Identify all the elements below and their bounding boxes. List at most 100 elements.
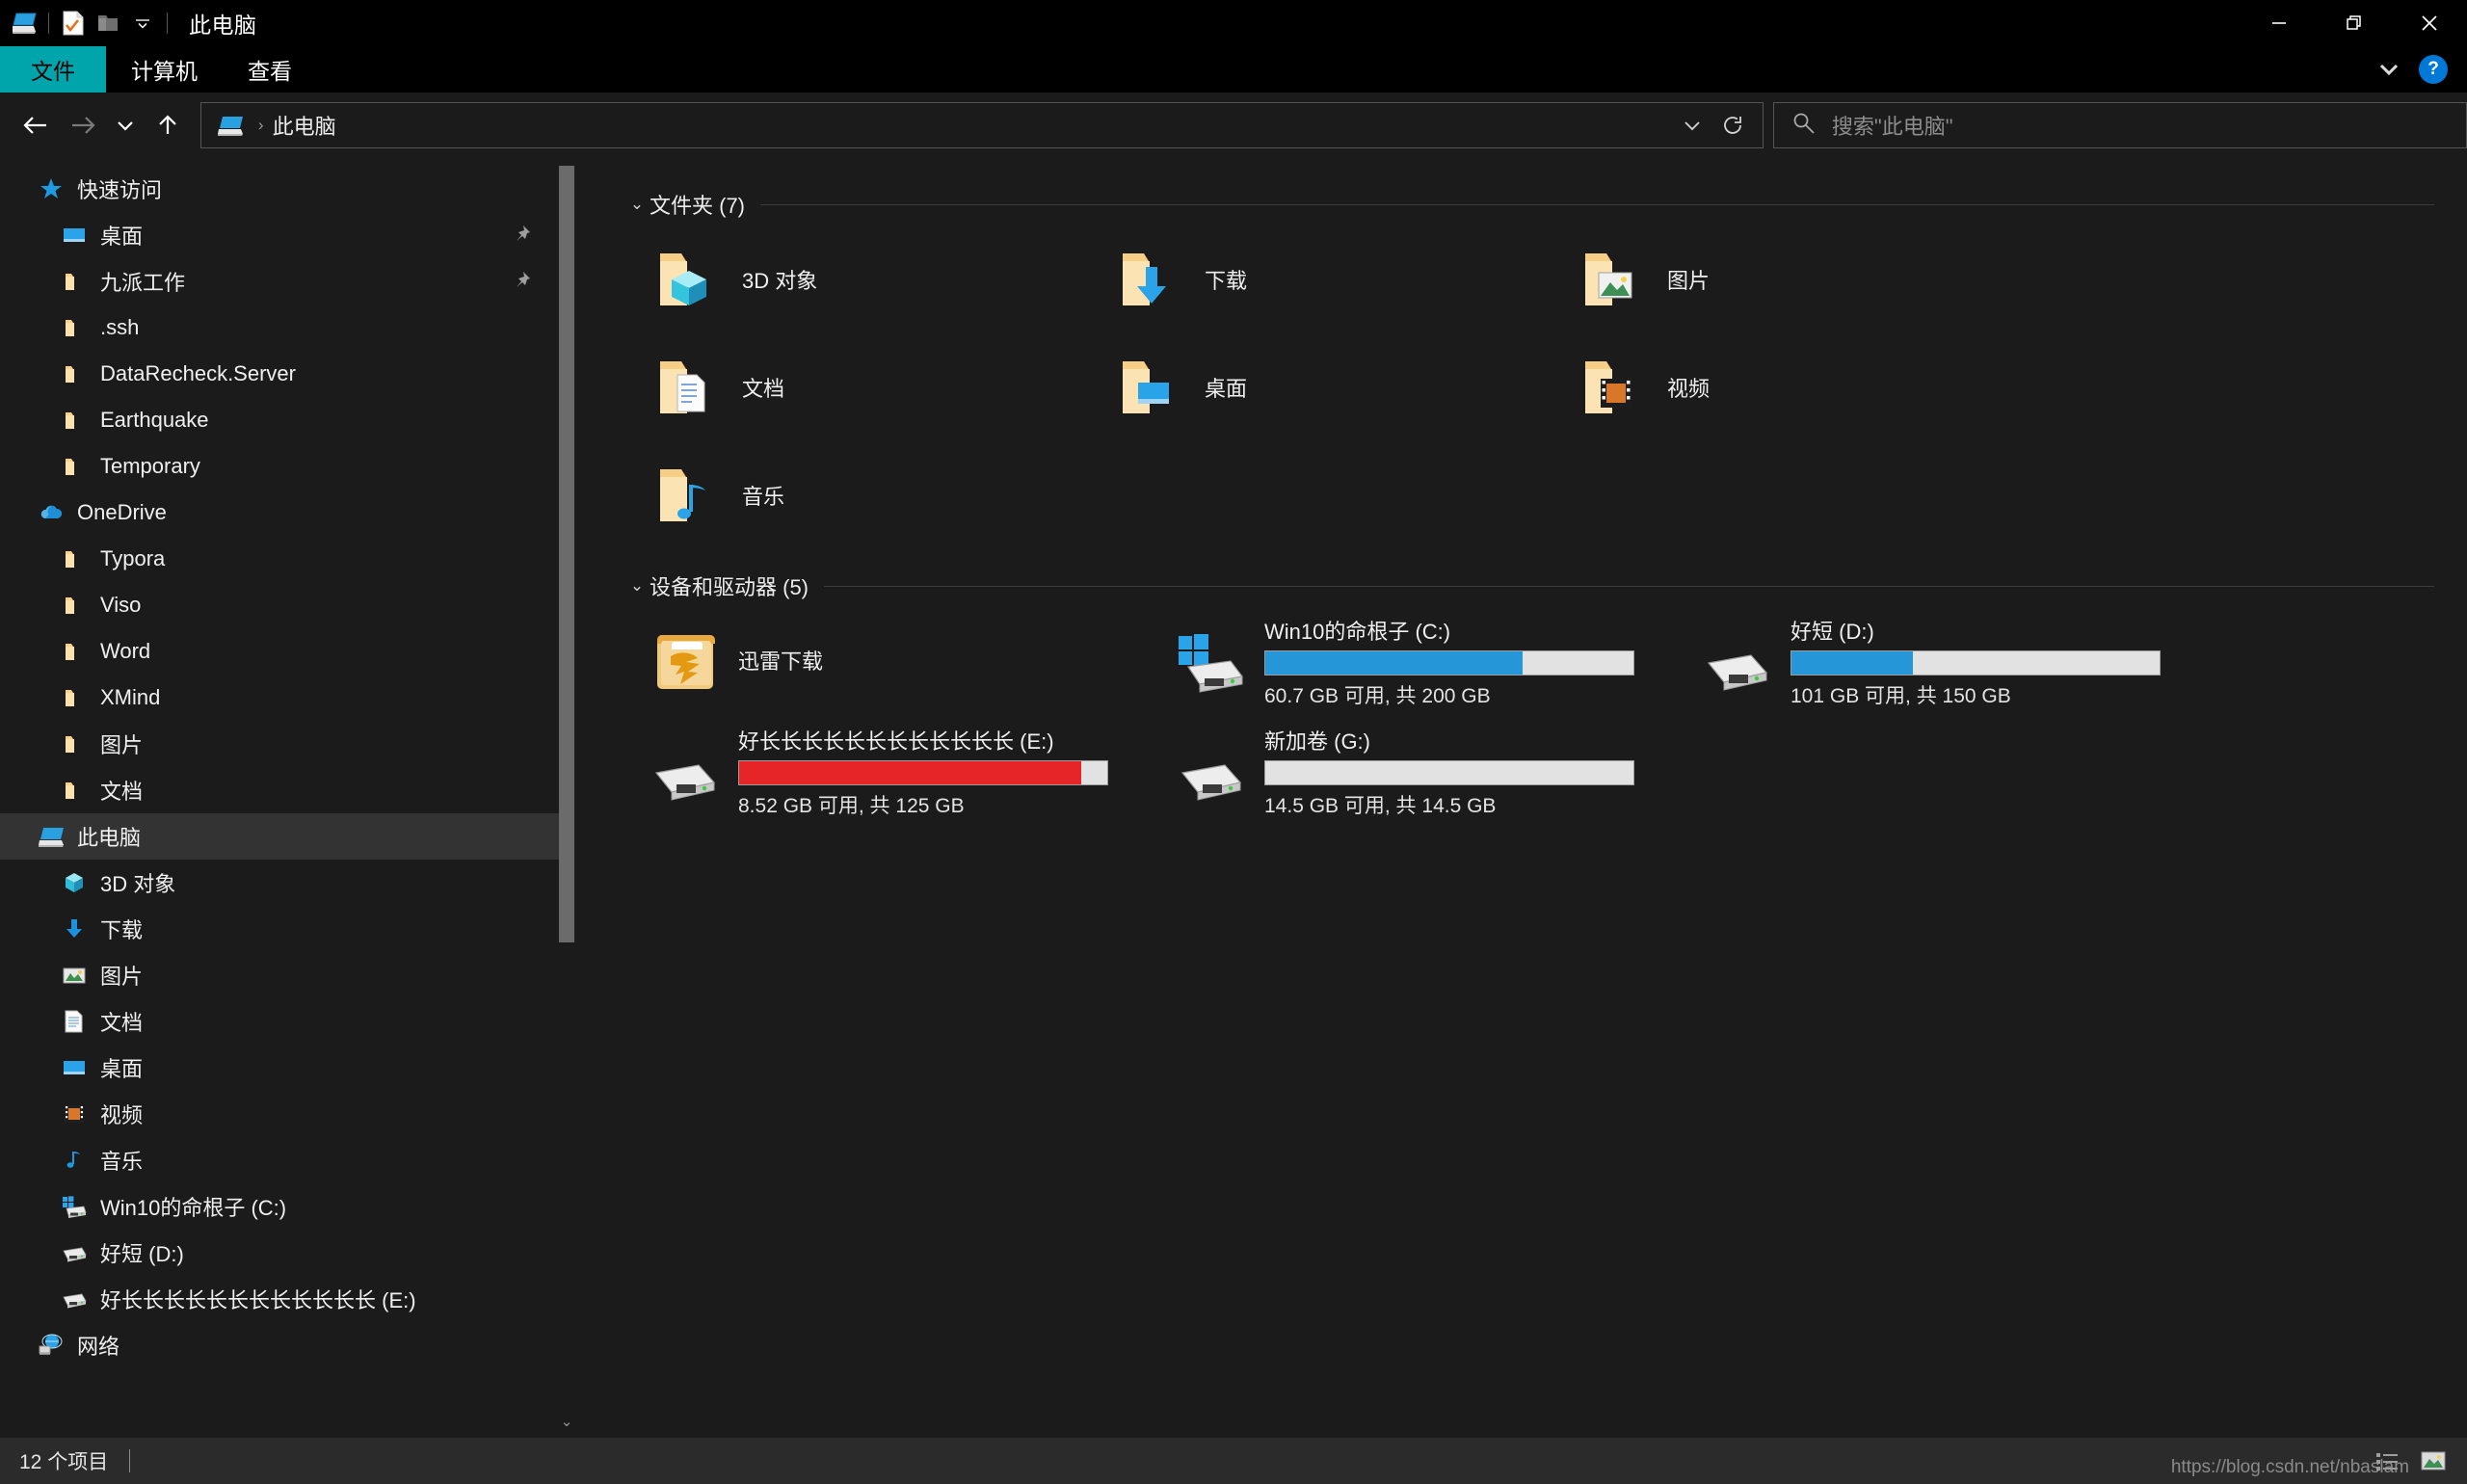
sidebar-item-onedrive-documents[interactable]: 文档 xyxy=(0,767,574,813)
drive-item[interactable]: Win10的命根子 (C:) 60.7 GB 可用, 共 200 GB xyxy=(1151,607,1677,717)
this-pc-icon xyxy=(37,822,66,851)
drive-item[interactable]: 好长长长长长长长长长长长长 (E:) 8.52 GB 可用, 共 125 GB xyxy=(624,717,1151,827)
pin-icon[interactable] xyxy=(513,270,532,294)
drive-item[interactable]: 好短 (D:) 101 GB 可用, 共 150 GB xyxy=(1677,607,2203,717)
folder-icon xyxy=(60,683,89,712)
sidebar-scrollbar-thumb[interactable] xyxy=(559,166,574,942)
new-folder-icon[interactable] xyxy=(92,7,124,40)
drive-icon xyxy=(1700,627,1777,697)
address-bar[interactable]: › 此电脑 xyxy=(199,102,1764,148)
sidebar-item-typora[interactable]: Typora xyxy=(0,536,574,582)
folder-item[interactable]: 文档 xyxy=(624,333,1087,441)
sidebar-item-3d-objects[interactable]: 3D 对象 xyxy=(0,860,574,906)
sidebar-item-onedrive[interactable]: OneDrive xyxy=(0,490,574,536)
close-button[interactable] xyxy=(2392,0,2467,46)
drive-icon xyxy=(60,1285,89,1313)
sidebar-item-earthquake[interactable]: Earthquake xyxy=(0,397,574,443)
thumbnail-view-icon[interactable] xyxy=(2417,1444,2450,1477)
folders-group-header[interactable]: ⌄ 文件夹 (7) xyxy=(624,183,2467,225)
recent-locations-button[interactable] xyxy=(106,100,144,150)
sidebar-item-xmind[interactable]: XMind xyxy=(0,675,574,721)
sidebar-label: 好短 (D:) xyxy=(100,1242,184,1266)
videos-icon xyxy=(60,1100,89,1128)
chevron-down-icon[interactable] xyxy=(1672,104,1712,146)
sidebar-item-drive-d[interactable]: 好短 (D:) xyxy=(0,1230,574,1276)
folder-icon xyxy=(60,637,89,666)
folder-item[interactable]: 3D 对象 xyxy=(624,225,1087,333)
tab-file[interactable]: 文件 xyxy=(0,46,106,93)
sidebar-item-pictures[interactable]: 图片 xyxy=(0,952,574,998)
sidebar-item-downloads[interactable]: 下载 xyxy=(0,906,574,952)
sidebar-item-drive-e[interactable]: 好长长长长长长长长长长长长 (E:) xyxy=(0,1276,574,1322)
folder-item[interactable]: 下载 xyxy=(1087,225,1550,333)
sidebar-label: 视频 xyxy=(100,1103,144,1127)
chevron-down-icon[interactable]: ⌄ xyxy=(624,576,650,596)
sidebar-item-network[interactable]: 网络 xyxy=(0,1322,574,1368)
sidebar-item-documents[interactable]: 文档 xyxy=(0,998,574,1045)
breadcrumb-path[interactable]: 此电脑 xyxy=(273,110,336,141)
sidebar-item-videos[interactable]: 视频 xyxy=(0,1091,574,1137)
properties-icon[interactable] xyxy=(57,7,90,40)
drive-item[interactable]: 新加卷 (G:) 14.5 GB 可用, 共 14.5 GB xyxy=(1151,717,1677,827)
restore-button[interactable] xyxy=(2317,0,2392,46)
folder-item[interactable]: 音乐 xyxy=(624,441,1087,549)
folder-downloads-icon xyxy=(1114,242,1189,317)
folder-item[interactable]: 桌面 xyxy=(1087,333,1550,441)
pin-icon[interactable] xyxy=(513,224,532,248)
desktop-icon xyxy=(60,221,89,250)
drive-free-space: 60.7 GB 可用, 共 200 GB xyxy=(1264,685,1491,707)
pictures-icon xyxy=(60,961,89,990)
refresh-icon[interactable] xyxy=(1712,104,1753,146)
ribbon-tab-bar: 文件 计算机 查看 ? xyxy=(0,46,2467,93)
folder-icon xyxy=(60,359,89,388)
up-button[interactable] xyxy=(144,100,191,150)
folder-item[interactable]: 图片 xyxy=(1550,225,2012,333)
sidebar-label: Win10的命根子 (C:) xyxy=(100,1196,287,1220)
help-button[interactable]: ? xyxy=(2419,55,2448,84)
drives-grid: 迅雷下载 Win10的命根子 (C:) 60.7 GB 可用, 共 200 GB… xyxy=(624,607,2467,827)
scroll-down-icon[interactable]: ⌄ xyxy=(559,1413,574,1430)
folder-icon xyxy=(60,452,89,481)
folder-icon xyxy=(60,313,89,342)
sidebar-item-drive-c[interactable]: Win10的命根子 (C:) xyxy=(0,1183,574,1230)
customize-dropdown-icon[interactable] xyxy=(126,7,159,40)
tab-computer[interactable]: 计算机 xyxy=(106,46,223,93)
sidebar-item-music[interactable]: 音乐 xyxy=(0,1137,574,1183)
this-pc-icon[interactable] xyxy=(8,7,40,40)
folder-3d-objects-icon xyxy=(651,242,727,317)
breadcrumb-separator: › xyxy=(257,116,264,134)
navigation-pane[interactable]: 快速访问 桌面 九派工作 .ssh DataRecheck.Server Ear… xyxy=(0,166,590,1438)
forward-button[interactable] xyxy=(60,100,107,150)
chevron-down-icon[interactable]: ⌄ xyxy=(624,195,650,214)
drive-icon xyxy=(1174,737,1251,807)
sidebar-item-jiupai-work[interactable]: 九派工作 xyxy=(0,258,574,305)
drive-icon xyxy=(648,737,725,807)
sidebar-item-desktop-qa[interactable]: 桌面 xyxy=(0,212,574,258)
sidebar-item-quick-access[interactable]: 快速访问 xyxy=(0,166,574,212)
folder-item[interactable]: 视频 xyxy=(1550,333,2012,441)
drives-group-header[interactable]: ⌄ 设备和驱动器 (5) xyxy=(624,565,2467,607)
sidebar-label: 文档 xyxy=(100,780,144,804)
sidebar-label: 音乐 xyxy=(100,1150,144,1174)
sidebar-item-word[interactable]: Word xyxy=(0,628,574,675)
drive-item[interactable]: 迅雷下载 xyxy=(624,607,1151,717)
documents-icon xyxy=(60,1007,89,1036)
back-button[interactable] xyxy=(13,100,60,150)
sidebar-item-desktop[interactable]: 桌面 xyxy=(0,1045,574,1091)
sidebar-item-datarecheck-server[interactable]: DataRecheck.Server xyxy=(0,351,574,397)
chevron-down-icon[interactable] xyxy=(2373,53,2405,86)
minimize-button[interactable] xyxy=(2242,0,2317,46)
file-list-pane[interactable]: ⌄ 文件夹 (7) 3D 对象 下载 图片 文档 桌面 视频 音乐 ⌄ 设备和驱… xyxy=(605,166,2467,1438)
sidebar-item-ssh[interactable]: .ssh xyxy=(0,305,574,351)
drive-free-space: 101 GB 可用, 共 150 GB xyxy=(1791,685,2011,707)
tab-view[interactable]: 查看 xyxy=(223,46,317,93)
sidebar-label: Word xyxy=(100,639,151,663)
sidebar-label: 网络 xyxy=(77,1335,120,1359)
drive-free-space: 14.5 GB 可用, 共 14.5 GB xyxy=(1264,795,1497,817)
sidebar-item-this-pc[interactable]: 此电脑 xyxy=(0,813,574,860)
sidebar-item-onedrive-pictures[interactable]: 图片 xyxy=(0,721,574,767)
search-box[interactable]: 搜索"此电脑" xyxy=(1772,102,2467,148)
details-view-icon[interactable] xyxy=(2371,1444,2403,1477)
sidebar-item-viso[interactable]: Viso xyxy=(0,582,574,628)
sidebar-item-temporary[interactable]: Temporary xyxy=(0,443,574,490)
